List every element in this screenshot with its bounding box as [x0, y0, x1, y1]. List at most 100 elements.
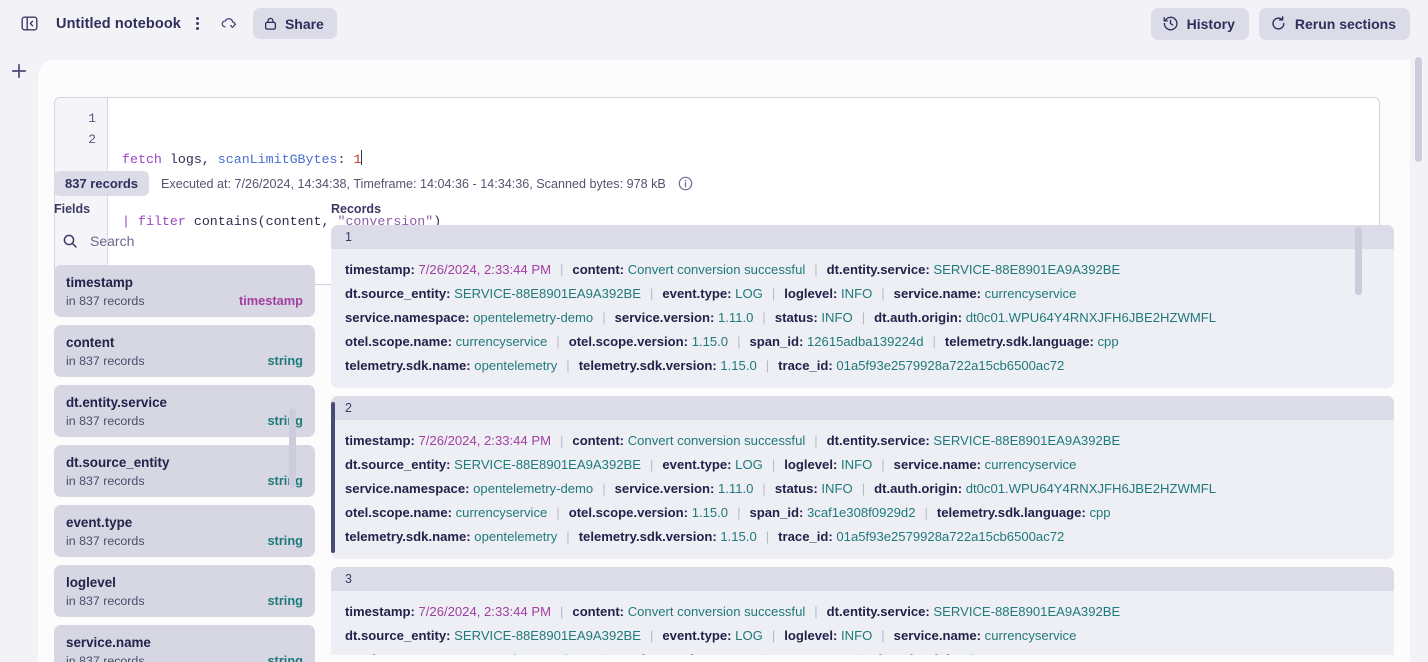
record-field-value[interactable]: currencyservice	[456, 505, 548, 520]
record-item[interactable]: 3 timestamp: 7/26/2024, 2:33:44 PM | conten…	[331, 567, 1394, 655]
field-card-event-type[interactable]: event.type in 837 records string	[54, 505, 315, 557]
fields-search-input[interactable]	[88, 232, 268, 250]
fields-search-row[interactable]	[54, 225, 315, 257]
field-card-dt-entity-service[interactable]: dt.entity.service in 837 records string	[54, 385, 315, 437]
cloud-save-status-button[interactable]	[215, 9, 245, 39]
record-field-value[interactable]: 3caf1e308f0929d2	[807, 505, 916, 520]
record-field-value[interactable]: Convert conversion successful	[628, 433, 806, 448]
record-field-value[interactable]: opentelemetry	[474, 358, 557, 373]
field-type: string	[267, 353, 303, 368]
record-field-value[interactable]: opentelemetry-demo	[473, 652, 593, 655]
record-field-key: dt.auth.origin:	[874, 310, 966, 325]
record-index: 2	[331, 396, 1394, 420]
record-field-value[interactable]: opentelemetry	[474, 529, 557, 544]
record-field-value[interactable]: SERVICE-88E8901EA9A392BE	[933, 262, 1120, 277]
record-field-value[interactable]: 7/26/2024, 2:33:44 PM	[419, 433, 552, 448]
record-field-value[interactable]: currencyservice	[985, 628, 1077, 643]
sidebar-toggle-button[interactable]	[14, 9, 44, 39]
record-field-value[interactable]: currencyservice	[456, 334, 548, 349]
record-field-value[interactable]: SERVICE-88E8901EA9A392BE	[454, 286, 641, 301]
record-field-value[interactable]: INFO	[821, 310, 852, 325]
record-field-value[interactable]: 1.11.0	[718, 481, 753, 496]
record-field-line: service.namespace: opentelemetry-demo|se…	[345, 648, 1380, 655]
record-field-value[interactable]: 1.15.0	[692, 505, 728, 520]
code-table-logs: logs,	[161, 152, 218, 167]
code-param-scanlimit: scanLimitGBytes	[217, 152, 338, 167]
record-item[interactable]: 2 timestamp: 7/26/2024, 2:33:44 PM | conten…	[331, 396, 1394, 559]
record-field-value[interactable]: dt0c01.WPU64Y4RNXJFH6JBE2HZWMFL	[966, 310, 1216, 325]
records-title: Records	[331, 202, 382, 216]
record-field-value[interactable]: 1.15.0	[720, 529, 756, 544]
records-list[interactable]: 1 timestamp: 7/26/2024, 2:33:44 PM | conten…	[331, 225, 1394, 655]
record-field-value[interactable]: LOG	[735, 628, 763, 643]
record-field-value[interactable]: INFO	[841, 286, 872, 301]
record-field-value[interactable]: SERVICE-88E8901EA9A392BE	[454, 628, 641, 643]
record-fields: timestamp: 7/26/2024, 2:33:44 PM | content…	[331, 249, 1394, 388]
notebook-options-button[interactable]	[185, 9, 211, 39]
record-field-value[interactable]: 1.11.0	[718, 310, 753, 325]
records-panel: Records 1 timestamp: 7/26/2024, 2:33:44 P…	[331, 202, 1394, 655]
results-area: Fields timestamp in 837 records timestam…	[54, 202, 1394, 662]
record-field-value[interactable]: Convert conversion successful	[628, 262, 806, 277]
field-record-count: in 837 records	[66, 354, 145, 368]
field-card-loglevel[interactable]: loglevel in 837 records string	[54, 565, 315, 617]
records-count-badge[interactable]: 837 records	[54, 171, 149, 196]
record-field-value[interactable]: INFO	[841, 628, 872, 643]
record-field-value[interactable]: currencyservice	[985, 457, 1077, 472]
record-field-value[interactable]: 1.15.0	[720, 358, 756, 373]
record-field-value[interactable]: opentelemetry-demo	[473, 310, 593, 325]
record-field-value[interactable]: INFO	[841, 457, 872, 472]
field-card-timestamp[interactable]: timestamp in 837 records timestamp	[54, 265, 315, 317]
field-separator: |	[881, 286, 885, 301]
record-item[interactable]: 1 timestamp: 7/26/2024, 2:33:44 PM | conten…	[331, 225, 1394, 388]
record-field-value[interactable]: 01a5f93e2579928a722a15cb6500ac72	[836, 529, 1064, 544]
field-card-service-name[interactable]: service.name in 837 records string	[54, 625, 315, 662]
record-field-value[interactable]: 7/26/2024, 2:33:44 PM	[419, 604, 552, 619]
record-field-value[interactable]: 1.15.0	[692, 334, 728, 349]
code-line-1: fetch logs, scanLimitGBytes: 1	[122, 150, 1379, 171]
field-record-count: in 837 records	[66, 414, 145, 428]
record-field-line: otel.scope.name: currencyservice | otel.sc…	[345, 330, 1380, 354]
record-field-value[interactable]: SERVICE-88E8901EA9A392BE	[933, 604, 1120, 619]
left-rail	[0, 47, 38, 662]
rerun-sections-button[interactable]: Rerun sections	[1258, 7, 1410, 40]
record-field-value[interactable]: 7/26/2024, 2:33:44 PM	[419, 262, 552, 277]
lock-icon	[264, 17, 276, 30]
field-card-content[interactable]: content in 837 records string	[54, 325, 315, 377]
share-button[interactable]: Share	[252, 8, 337, 39]
record-field-value[interactable]: Convert conversion successful	[628, 604, 806, 619]
field-separator: |	[560, 262, 564, 277]
add-section-button[interactable]	[8, 60, 30, 82]
record-field-value[interactable]: INFO	[821, 652, 852, 655]
record-field-value[interactable]: SERVICE-88E8901EA9A392BE	[933, 433, 1120, 448]
record-field-value[interactable]: 1.11.0	[718, 652, 753, 655]
record-field-line: timestamp: 7/26/2024, 2:33:44 PM | content…	[345, 258, 1380, 282]
record-field-value[interactable]: cpp	[1097, 334, 1118, 349]
fields-scrollbar[interactable]	[289, 408, 296, 488]
record-field-key: timestamp:	[345, 604, 419, 619]
record-field-key: telemetry.sdk.version:	[578, 529, 721, 544]
field-separator: |	[556, 334, 560, 349]
record-field-value[interactable]: 12615adba139224d	[807, 334, 924, 349]
record-field-line: dt.source_entity: SERVICE-88E8901EA9A392…	[345, 453, 1380, 477]
page-scrollbar[interactable]	[1415, 57, 1422, 162]
record-field-value[interactable]: 01a5f93e2579928a722a15cb6500ac72	[836, 358, 1064, 373]
notebook-title[interactable]: Untitled notebook	[56, 16, 181, 32]
record-field-value[interactable]: SERVICE-88E8901EA9A392BE	[454, 457, 641, 472]
record-field-key: loglevel:	[784, 286, 841, 301]
record-field-value[interactable]: dt0c01.WPU64Y4RNXJFH6JBE2HZWMFL	[966, 481, 1216, 496]
record-fields: timestamp: 7/26/2024, 2:33:44 PM | content…	[331, 591, 1394, 655]
record-field-key: status:	[774, 481, 822, 496]
record-field-key: service.name:	[893, 628, 985, 643]
records-scrollbar[interactable]	[1355, 227, 1362, 295]
record-field-value[interactable]: LOG	[735, 457, 763, 472]
record-field-value[interactable]: INFO	[821, 481, 852, 496]
record-field-value[interactable]: opentelemetry-demo	[473, 481, 593, 496]
record-field-value[interactable]: cpp	[1089, 505, 1110, 520]
record-field-value[interactable]: dt0c01.WPU64Y4RNXJFH6JBE2HZWMFL	[966, 652, 1216, 655]
history-button[interactable]: History	[1150, 7, 1249, 40]
record-field-value[interactable]: LOG	[735, 286, 763, 301]
record-field-value[interactable]: currencyservice	[985, 286, 1077, 301]
field-card-dt-source-entity[interactable]: dt.source_entity in 837 records string	[54, 445, 315, 497]
query-info-button[interactable]	[678, 176, 693, 191]
